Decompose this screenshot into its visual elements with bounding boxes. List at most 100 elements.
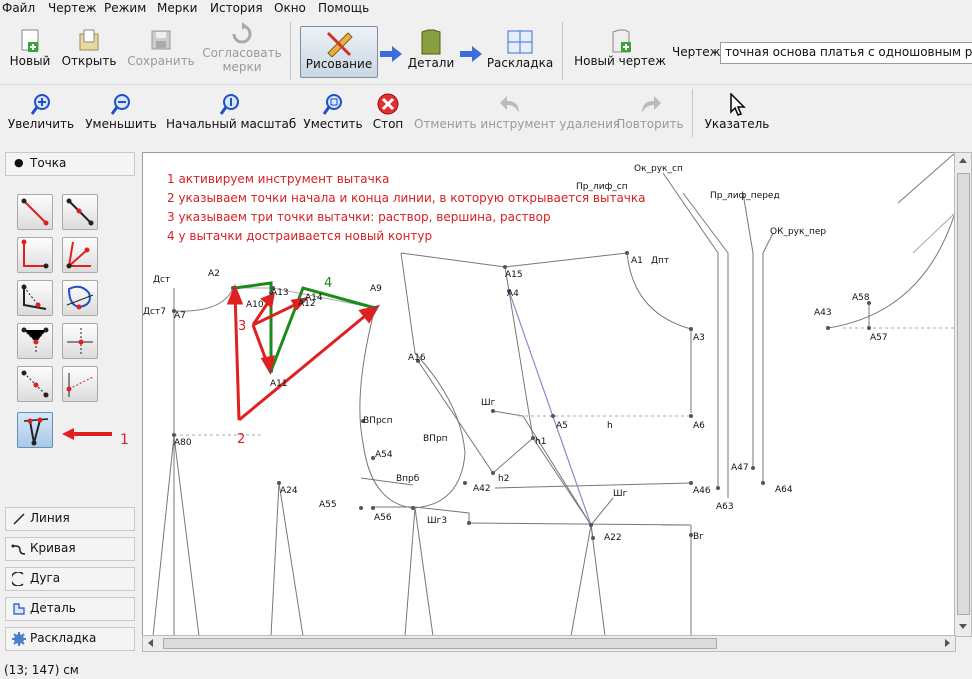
- mark-4: 4: [324, 276, 332, 291]
- redo-button[interactable]: Повторить: [614, 93, 686, 131]
- curve-icon: [11, 544, 26, 555]
- vertical-scrollbar[interactable]: [954, 152, 972, 637]
- zoom-in-button[interactable]: Увеличить: [6, 93, 76, 131]
- new-drawing-button[interactable]: Новый чертеж: [574, 28, 666, 68]
- menu-measurements[interactable]: Мерки: [157, 1, 197, 15]
- arrow-right-icon: [380, 46, 402, 62]
- horizontal-scroll-thumb[interactable]: [163, 638, 717, 649]
- undo-button[interactable]: Отменить инструмент удаления: [414, 93, 620, 131]
- label-a63: А63: [716, 502, 734, 512]
- menu-file[interactable]: Файл: [2, 1, 35, 15]
- menu-history[interactable]: История: [210, 1, 263, 15]
- label-h2: h2: [498, 474, 509, 484]
- stop-button[interactable]: Стоп: [370, 93, 406, 131]
- instruction-1: 1 активируем инструмент вытачка: [167, 172, 389, 186]
- label-a43: А43: [814, 308, 832, 318]
- drawing-select[interactable]: точная основа платья с одношовным рука: [720, 42, 972, 64]
- new-drawing-icon: [612, 29, 631, 53]
- triangle-icon: [21, 327, 49, 354]
- mode-layout-button[interactable]: Раскладка: [486, 28, 554, 70]
- horizontal-scrollbar[interactable]: [142, 635, 956, 652]
- menu-drawing[interactable]: Чертеж: [48, 1, 96, 15]
- label-dst: Дст: [153, 275, 170, 285]
- tool-group-detail[interactable]: Деталь: [5, 597, 135, 621]
- mode-draw-button[interactable]: Рисование: [300, 26, 378, 78]
- bisector-icon: [66, 241, 91, 269]
- instruction-4: 4 у вытачки достраивается новый контур: [167, 229, 432, 243]
- zoom-out-button[interactable]: Уменьшить: [84, 93, 158, 131]
- new-button[interactable]: Новый: [6, 28, 54, 68]
- label-a58: А58: [852, 293, 870, 303]
- label-a2: А2: [208, 269, 220, 279]
- open-button[interactable]: Открыть: [60, 28, 118, 68]
- label-a7: А7: [174, 311, 186, 321]
- tool-bisector[interactable]: [62, 237, 98, 273]
- label-a11: А11: [270, 379, 288, 389]
- cursor-coordinates: (13; 147) см: [4, 663, 79, 677]
- label-a6: А6: [693, 421, 705, 431]
- dot-icon: ●: [14, 156, 24, 169]
- zoom-reset-icon: [219, 94, 239, 115]
- tool-along-line[interactable]: [62, 194, 98, 230]
- label-vprsp: ВПрсп: [363, 416, 393, 426]
- mark-2: 2: [237, 432, 245, 447]
- tool-group-line[interactable]: Линия: [5, 507, 135, 531]
- initial-scale-button[interactable]: Начальный масштаб: [166, 93, 296, 131]
- label-ok-ruk-sp: Ок_рук_сп: [634, 164, 683, 174]
- tool-group-layout[interactable]: Раскладка: [5, 627, 135, 651]
- dart-icon: [23, 417, 49, 446]
- refresh-icon: [232, 22, 252, 44]
- tool-contact[interactable]: [62, 280, 98, 316]
- garment-detail-icon: [421, 29, 441, 55]
- mode-details-button[interactable]: Детали: [404, 28, 458, 70]
- label-shg-right: Шг: [613, 489, 628, 499]
- pattern-lines: [152, 153, 955, 636]
- annotation-number: 1: [120, 432, 129, 448]
- arrow-right-icon: [460, 46, 482, 62]
- label-a4: А4: [507, 289, 519, 299]
- new-file-icon: [21, 29, 39, 52]
- red-arrow-annotation: [62, 428, 112, 440]
- toolbar-separator: [290, 22, 291, 80]
- axis-intersect-icon: [66, 373, 94, 397]
- tool-group-arc[interactable]: Дуга: [5, 567, 135, 591]
- label-a55: А55: [319, 500, 337, 510]
- vertical-scroll-thumb[interactable]: [957, 173, 970, 615]
- menu-mode[interactable]: Режим: [104, 1, 146, 15]
- tool-group-curve[interactable]: Кривая: [5, 537, 135, 561]
- tool-triangle[interactable]: [17, 323, 53, 359]
- label-a10: А10: [246, 300, 264, 310]
- label-a80: А80: [174, 438, 192, 448]
- tool-group-point[interactable]: ● Точка: [5, 152, 135, 176]
- menu-window[interactable]: Окно: [274, 1, 306, 15]
- mark-3: 3: [238, 319, 246, 334]
- save-disk-icon: [151, 30, 171, 50]
- tool-height[interactable]: [62, 323, 98, 359]
- along-line-icon: [66, 198, 94, 226]
- layout-icon: [507, 30, 533, 54]
- tool-dart[interactable]: [17, 412, 53, 448]
- scroll-down-icon: [959, 624, 967, 629]
- contact-icon: [66, 285, 94, 310]
- detail-icon: [13, 603, 25, 615]
- menu-help[interactable]: Помощь: [318, 1, 369, 15]
- tool-endline[interactable]: [17, 194, 53, 230]
- tool-line-intersect-axis[interactable]: [62, 366, 98, 402]
- label-dst7: Дст7: [143, 307, 166, 317]
- fit-button[interactable]: Уместить: [300, 93, 366, 131]
- label-shg3: Шг3: [427, 516, 447, 526]
- label-h1: h1: [535, 437, 546, 447]
- pointer-button[interactable]: Указатель: [704, 93, 770, 131]
- scroll-up-icon: [959, 158, 967, 163]
- tool-normal[interactable]: [17, 237, 53, 273]
- drawing-select-value: точная основа платья с одношовным рука: [725, 45, 972, 59]
- tool-shoulder[interactable]: [17, 280, 53, 316]
- tool-point-of-intersection[interactable]: [17, 366, 53, 402]
- save-button[interactable]: Сохранить: [124, 28, 198, 68]
- sync-measurements-button[interactable]: Согласовать мерки: [202, 22, 282, 74]
- arc-icon: [12, 572, 24, 586]
- tool-panel: ● Точка 1 Линия Кривая Дуга Деталь Раскл…: [0, 150, 140, 655]
- drawing-canvas[interactable]: 1 активируем инструмент вытачка 2 указыв…: [142, 152, 956, 637]
- instruction-2: 2 указываем точки начала и конца линии, …: [167, 191, 646, 205]
- label-vg: Вг: [693, 532, 704, 542]
